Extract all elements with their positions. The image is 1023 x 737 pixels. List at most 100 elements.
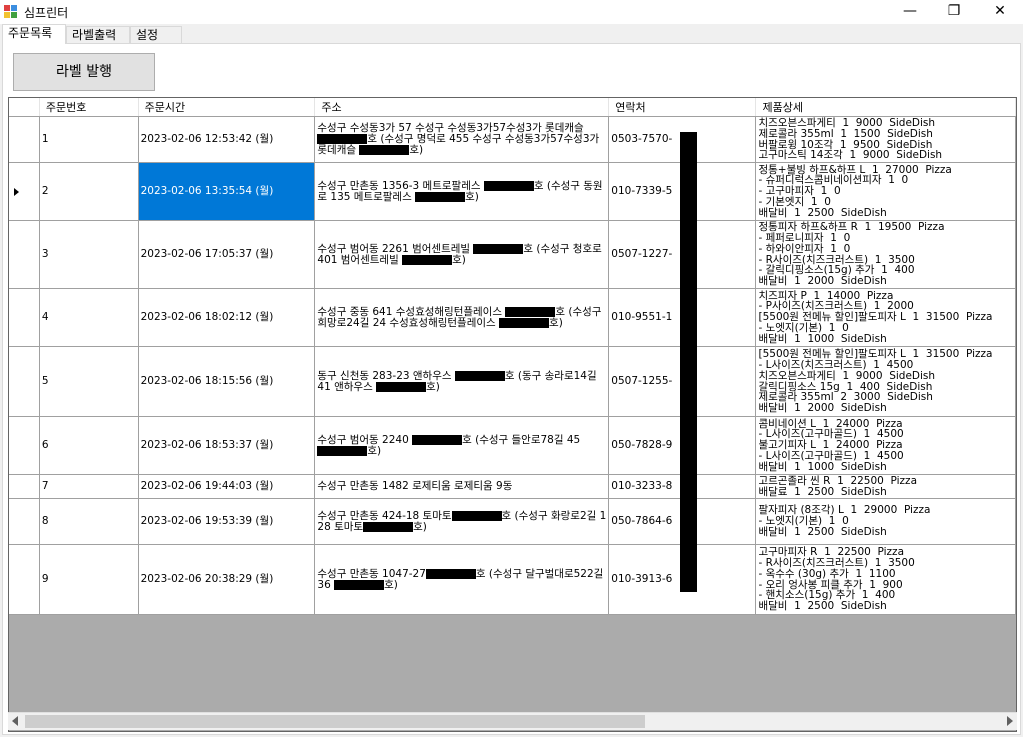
scroll-thumb[interactable] (25, 715, 645, 728)
cell-product-detail[interactable]: 정통+불빙 하프&하프 L 1 27000 Pizza - 슈퍼디럭스콤비네이션… (755, 162, 1016, 221)
cell-product-detail[interactable]: [5500원 전메뉴 할인]팔도피자 L 1 31500 Pizza - L사이… (755, 346, 1016, 417)
redaction-bar (454, 370, 505, 381)
table-row[interactable]: 8 2023-02-06 19:53:39 (월) 수성구 만촌동 424-18 토… (9, 498, 1016, 545)
tab-label-print[interactable]: 라벨출력 (66, 26, 130, 43)
cell-order-time[interactable]: 2023-02-06 19:53:39 (월) (138, 498, 316, 545)
redaction-bar (334, 579, 385, 590)
row-header[interactable] (9, 288, 40, 347)
row-header[interactable] (9, 474, 40, 499)
column-header-order-no[interactable]: 주문번호 (39, 98, 139, 117)
address-text: 수성구 범어동 2240 (317, 433, 413, 446)
cell-order-no[interactable]: 8 (39, 498, 139, 545)
row-header[interactable] (9, 416, 40, 475)
cell-order-no[interactable]: 6 (39, 416, 139, 475)
cell-order-no[interactable]: 2 (39, 162, 139, 221)
address-text: 호) (549, 316, 563, 329)
cell-address[interactable]: 수성구 범어동 2240 호 (수성구 들안로78길 45 호) (314, 416, 610, 475)
cell-address[interactable]: 수성구 만촌동 1482 로제티움 로제티움 9동 (314, 474, 610, 499)
tab-order-list[interactable]: 주문목록 (2, 24, 66, 44)
column-header-product-detail[interactable]: 제품상세 (755, 98, 1016, 117)
redaction-bar (363, 521, 414, 532)
redaction-bar (680, 132, 697, 592)
row-header[interactable] (9, 220, 40, 289)
cell-order-no[interactable]: 1 (39, 116, 139, 163)
table-row[interactable]: 6 2023-02-06 18:53:37 (월) 수성구 범어동 2240 호 (… (9, 416, 1016, 475)
orders-table: 주문번호 주문시간 주소 연락처 제품상세 1 2023-02-06 12:53:… (9, 98, 1016, 615)
column-header-phone[interactable]: 연락처 (608, 98, 757, 117)
redaction-bar (317, 445, 368, 456)
row-header[interactable] (9, 116, 40, 163)
minimize-button[interactable]: — (887, 0, 933, 24)
horizontal-scrollbar[interactable] (8, 712, 1017, 730)
address-text: 호 (수성구 들안로78길 45 (462, 433, 581, 446)
current-row-arrow-icon (14, 187, 19, 196)
address-text: 호) (384, 578, 398, 591)
app-icon (4, 5, 18, 19)
cell-address[interactable]: 수성구 수성동3가 57 수성구 수성동3가57수성3가 롯데캐슬 호 (수성구… (314, 116, 610, 163)
column-header-order-time[interactable]: 주문시간 (138, 98, 316, 117)
cell-address[interactable]: 수성구 만촌동 1356-3 메트로팔레스 호 (수성구 동원로 135 메트로… (314, 162, 610, 221)
cell-order-no[interactable]: 7 (39, 474, 139, 499)
cell-product-detail[interactable]: 치즈오븐스파게티 1 9000 SideDish 제로콜라 355ml 1 15… (755, 116, 1016, 163)
cell-product-detail[interactable]: 고르곤졸라 씬 R 1 22500 Pizza 배달료 1 2500 SideD… (755, 474, 1016, 499)
redaction-bar (317, 134, 368, 144)
cell-order-no[interactable]: 4 (39, 288, 139, 347)
table-row[interactable]: 4 2023-02-06 18:02:12 (월) 수성구 중동 641 수성효성해… (9, 288, 1016, 347)
table-row[interactable]: 3 2023-02-06 17:05:37 (월) 수성구 범어동 2261 범어센… (9, 220, 1016, 289)
cell-order-no[interactable]: 5 (39, 346, 139, 417)
table-row[interactable]: 5 2023-02-06 18:15:56 (월) 동구 신천동 283-23 앤하… (9, 346, 1016, 417)
cell-product-detail[interactable]: 정통피자 하프&하프 R 1 19500 Pizza - 페퍼로니피자 1 0 … (755, 220, 1016, 289)
cell-order-time[interactable]: 2023-02-06 19:44:03 (월) (138, 474, 316, 499)
maximize-button[interactable]: ❐ (931, 0, 977, 24)
row-header[interactable] (9, 544, 40, 615)
redaction-bar (483, 180, 534, 191)
scroll-right-icon[interactable] (1007, 716, 1013, 726)
print-label-button[interactable]: 라벨 발행 (13, 53, 155, 91)
redaction-bar (376, 381, 427, 392)
redaction-bar (402, 254, 453, 265)
cell-address[interactable]: 동구 신천동 283-23 앤하우스 호 (동구 송라로14길 41 앤하우스 … (314, 346, 610, 417)
column-header-address[interactable]: 주소 (314, 98, 610, 117)
cell-order-time[interactable]: 2023-02-06 17:05:37 (월) (138, 220, 316, 289)
row-header[interactable] (9, 498, 40, 545)
table-row[interactable]: 9 2023-02-06 20:38:29 (월) 수성구 만촌동 1047-27 호… (9, 544, 1016, 615)
address-text: 호) (465, 190, 479, 203)
cell-address[interactable]: 수성구 만촌동 424-18 토마토 호 (수성구 화랑로2길 128 토마토 호) (314, 498, 610, 545)
cell-product-detail[interactable]: 팔자피자 (8조각) L 1 29000 Pizza - 노엣지(기본) 1 0… (755, 498, 1016, 545)
cell-order-time[interactable]: 2023-02-06 12:53:42 (월) (138, 116, 316, 163)
cell-order-no[interactable]: 9 (39, 544, 139, 615)
scroll-left-icon[interactable] (12, 716, 18, 726)
redaction-bar (451, 510, 502, 521)
cell-order-time[interactable]: 2023-02-06 18:15:56 (월) (138, 346, 316, 417)
row-header[interactable] (9, 162, 40, 221)
cell-address[interactable]: 수성구 중동 641 수성효성해링턴플레이스 호 (수성구 희망로24길 24 … (314, 288, 610, 347)
row-header[interactable] (9, 346, 40, 417)
cell-order-time[interactable]: 2023-02-06 18:53:37 (월) (138, 416, 316, 475)
header-row: 주문번호 주문시간 주소 연락처 제품상세 (9, 98, 1016, 117)
redaction-bar (499, 317, 550, 328)
orders-grid[interactable]: 주문번호 주문시간 주소 연락처 제품상세 1 2023-02-06 12:53:… (8, 97, 1017, 732)
redaction-bar (415, 191, 466, 202)
table-row[interactable]: 2 2023-02-06 13:35:54 (월) 수성구 만촌동 1356-3 메… (9, 162, 1016, 221)
cell-order-time[interactable]: 2023-02-06 18:02:12 (월) (138, 288, 316, 347)
row-header-corner (9, 98, 40, 117)
address-text: 호) (413, 520, 427, 533)
address-text: 호) (452, 253, 466, 266)
redaction-bar (359, 145, 410, 155)
tab-strip: 주문목록 라벨출력 설정 (0, 24, 1023, 44)
redaction-bar (473, 243, 524, 254)
cell-order-time[interactable]: 2023-02-06 13:35:54 (월) (138, 162, 316, 221)
cell-address[interactable]: 수성구 만촌동 1047-27 호 (수성구 달구벌대로522길 36 호) (314, 544, 610, 615)
address-text: 호) (367, 444, 382, 457)
cell-order-time[interactable]: 2023-02-06 20:38:29 (월) (138, 544, 316, 615)
cell-product-detail[interactable]: 콤비네이션 L 1 24000 Pizza - L사이즈(고구마골드) 1 45… (755, 416, 1016, 475)
address-text: 호) (426, 380, 440, 393)
cell-address[interactable]: 수성구 범어동 2261 범어센트레빌 호 (수성구 청호로 401 범어센트레… (314, 220, 610, 289)
tab-settings[interactable]: 설정 (130, 26, 182, 43)
table-row[interactable]: 1 2023-02-06 12:53:42 (월) 수성구 수성동3가 57 수성구… (9, 116, 1016, 163)
cell-product-detail[interactable]: 고구마피자 R 1 22500 Pizza - R사이즈(치즈크러스트) 1 3… (755, 544, 1016, 615)
cell-product-detail[interactable]: 치즈피자 P 1 14000 Pizza - P사이즈(치즈크러스트) 1 20… (755, 288, 1016, 347)
cell-order-no[interactable]: 3 (39, 220, 139, 289)
close-button[interactable]: ✕ (977, 0, 1023, 24)
table-row[interactable]: 7 2023-02-06 19:44:03 (월) 수성구 만촌동 1482 로제티… (9, 474, 1016, 499)
